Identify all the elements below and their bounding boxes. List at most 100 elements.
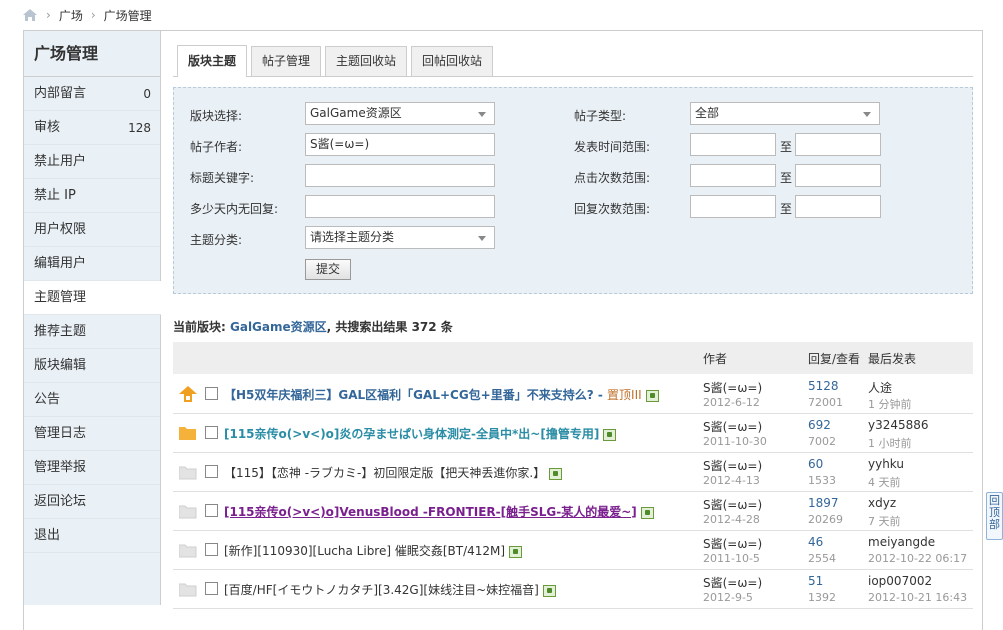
table-header: 作者 回复/查看 最后发表 <box>173 342 973 374</box>
reply-count: 51 <box>808 574 824 588</box>
last-poster-link[interactable]: meiyangde <box>868 535 935 549</box>
last-post-time: 1 分钟前 <box>868 398 912 411</box>
sidebar-item[interactable]: 管理日志 <box>24 417 160 451</box>
sidebar-item[interactable]: 退出 <box>24 519 160 553</box>
author-link[interactable]: S酱(=ω=) <box>703 418 762 435</box>
image-attachment-icon <box>509 545 523 558</box>
category-select-value: 请选择主题分类 <box>310 230 395 244</box>
header-replies-views: 回复/查看 <box>808 352 861 366</box>
author-link[interactable]: S酱(=ω=) <box>703 379 762 396</box>
tab-reply-recycle[interactable]: 回帖回收站 <box>411 46 494 76</box>
summary-board-link[interactable]: GalGame资源区 <box>230 320 327 334</box>
click-to-input[interactable] <box>795 164 881 187</box>
topic-title-cell: 【115】【恋神 -ラブカミ-】初回限定版【把天神丢進你家.】 <box>224 464 563 481</box>
last-poster-link[interactable]: xdyz <box>868 496 896 510</box>
click-from-input[interactable] <box>690 164 776 187</box>
topic-title-link[interactable]: [百度/HF[イモウトノカタチ][3.42G][妹线注目~妹控福音] <box>224 583 539 597</box>
sidebar-item-label: 用户权限 <box>34 222 87 237</box>
topic-title-cell: [115亲传o(>v<)o]VenusBlood -FRONTIER-[触手SL… <box>224 503 654 520</box>
sidebar-item[interactable]: 编辑用户 <box>24 247 160 281</box>
author-link[interactable]: S酱(=ω=) <box>703 535 762 552</box>
sidebar-item[interactable]: 返回论坛 <box>24 485 160 519</box>
sidebar-item-label: 主题管理 <box>34 290 87 305</box>
table-row: 【115】【恋神 -ラブカミ-】初回限定版【把天神丢進你家.】 S酱(=ω=) 20… <box>173 453 973 492</box>
summary-prefix: 当前版块: <box>173 320 226 334</box>
last-post-time: 4 天前 <box>868 476 901 489</box>
home-icon[interactable] <box>22 8 38 22</box>
topic-title-link[interactable]: 【115】【恋神 -ラブカミ-】初回限定版【把天神丢進你家.】 <box>224 466 545 480</box>
reply-count: 692 <box>808 418 831 432</box>
sidebar-item-label: 管理日志 <box>34 426 87 441</box>
topic-title-link[interactable]: [115亲传o(>v<)o]炎の孕ませぱい身体測定-全員中*出~[撸管专用] <box>224 427 599 441</box>
header-author: 作者 <box>703 352 728 366</box>
tab-board-topics[interactable]: 版块主题 <box>177 45 248 77</box>
tab-topic-recycle[interactable]: 主题回收站 <box>325 46 408 76</box>
row-checkbox[interactable] <box>205 426 218 439</box>
folder-icon <box>178 581 197 597</box>
reply-count: 5128 <box>808 379 839 393</box>
noreply-days-input[interactable] <box>305 195 495 218</box>
reply-from-input[interactable] <box>690 195 776 218</box>
summary-count: , 共搜索出结果 372 条 <box>326 320 453 334</box>
last-poster-link[interactable]: iop007002 <box>868 574 932 588</box>
sidebar-item[interactable]: 版块编辑 <box>24 349 160 383</box>
topic-title-cell: 【H5双年庆福利三】GAL区福利「GAL+CG包+里番」不来支持么? - 置顶I… <box>224 386 659 403</box>
keyword-input[interactable] <box>305 164 495 187</box>
sidebar-item[interactable]: 管理举报 <box>24 451 160 485</box>
board-select-value: GalGame资源区 <box>310 106 402 120</box>
sidebar-item[interactable]: 主题管理 <box>24 281 161 315</box>
sidebar-item-count: 0 <box>143 87 151 101</box>
folder-icon <box>178 542 197 558</box>
table-row: [115亲传o(>v<)o]炎の孕ませぱい身体測定-全員中*出~[撸管专用] S酱… <box>173 414 973 453</box>
post-type-value: 全部 <box>695 106 720 120</box>
row-checkbox[interactable] <box>205 543 218 556</box>
author-link[interactable]: S酱(=ω=) <box>703 574 762 591</box>
sidebar-item-label: 退出 <box>34 528 61 543</box>
submit-button[interactable]: 提交 <box>305 259 351 280</box>
sidebar-item-count: 128 <box>128 121 151 135</box>
breadcrumb-plaza-link[interactable]: 广场 <box>59 7 83 24</box>
last-post-time: 7 天前 <box>868 515 901 528</box>
row-checkbox[interactable] <box>205 387 218 400</box>
tab-post-management[interactable]: 帖子管理 <box>251 46 322 76</box>
topic-title-link[interactable]: [新作][110930][Lucha Libre] 催眠交姦[BT/412M] <box>224 544 505 558</box>
sidebar-item[interactable]: 用户权限 <box>24 213 160 247</box>
keyword-label: 标题关键字: <box>190 171 255 185</box>
time-from-input[interactable] <box>690 133 776 156</box>
post-type-select[interactable]: 全部 <box>690 102 880 125</box>
table-row: 【H5双年庆福利三】GAL区福利「GAL+CG包+里番」不来支持么? - 置顶I… <box>173 375 973 414</box>
board-select[interactable]: GalGame资源区 <box>305 102 495 125</box>
sidebar-item-label: 禁止 IP <box>34 188 76 203</box>
sidebar-item[interactable]: 公告 <box>24 383 160 417</box>
row-checkbox[interactable] <box>205 582 218 595</box>
sidebar-item[interactable]: 禁止用户 <box>24 145 160 179</box>
author-link[interactable]: S酱(=ω=) <box>703 496 762 513</box>
author-input-value: S酱(=ω=) <box>310 137 370 151</box>
reply-to-input[interactable] <box>795 195 881 218</box>
post-date: 2012-6-12 <box>703 396 760 409</box>
row-checkbox[interactable] <box>205 504 218 517</box>
header-last-post: 最后发表 <box>868 352 917 366</box>
author-input[interactable]: S酱(=ω=) <box>305 133 495 156</box>
reply-range-label: 回复次数范围: <box>574 202 651 216</box>
view-count: 1533 <box>808 474 836 487</box>
category-select[interactable]: 请选择主题分类 <box>305 226 495 249</box>
back-to-top-button[interactable]: 回顶部 <box>986 492 1003 540</box>
breadcrumb-current: 广场管理 <box>103 8 152 23</box>
sidebar-item[interactable]: 禁止 IP <box>24 179 160 213</box>
author-label: 帖子作者: <box>190 140 243 154</box>
sidebar-item[interactable]: 审核 128 <box>24 111 160 145</box>
last-poster-link[interactable]: y3245886 <box>868 418 929 432</box>
topic-title-link[interactable]: 【H5双年庆福利三】GAL区福利「GAL+CG包+里番」不来支持么? - <box>224 388 607 402</box>
sidebar-item-label: 禁止用户 <box>34 154 87 169</box>
topic-title-link[interactable]: [115亲传o(>v<)o]VenusBlood -FRONTIER-[触手SL… <box>224 505 637 519</box>
time-to-input[interactable] <box>795 133 881 156</box>
last-poster-link[interactable]: yyhku <box>868 457 904 471</box>
sidebar-item[interactable]: 内部留言 0 <box>24 77 160 111</box>
sidebar: 广场管理 内部留言 0 审核 128 禁止用户 禁止 IP 用户权限 编辑用户 主题管理 推荐主题… <box>24 31 161 605</box>
last-poster-link[interactable]: 人途 <box>868 379 892 396</box>
reply-count: 46 <box>808 535 824 549</box>
author-link[interactable]: S酱(=ω=) <box>703 457 762 474</box>
sidebar-item[interactable]: 推荐主题 <box>24 315 160 349</box>
row-checkbox[interactable] <box>205 465 218 478</box>
